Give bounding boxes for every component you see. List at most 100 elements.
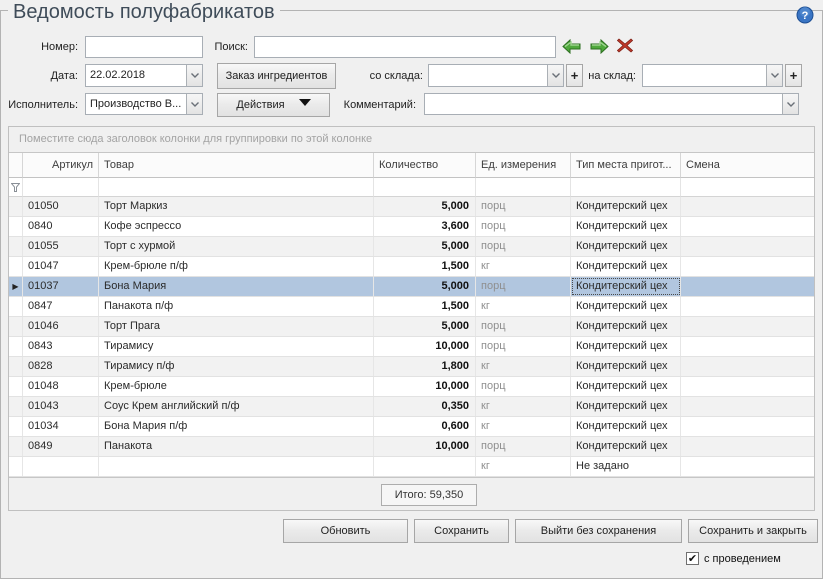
column-header-shift[interactable]: Смена bbox=[681, 153, 814, 178]
cell-prep-type[interactable]: Кондитерский цех bbox=[571, 257, 681, 276]
cell-unit[interactable]: порц bbox=[476, 197, 571, 216]
cell-shift[interactable] bbox=[681, 317, 814, 336]
cell-unit[interactable]: порц bbox=[476, 437, 571, 456]
column-header-quantity[interactable]: Количество bbox=[374, 153, 476, 178]
column-header-unit[interactable]: Ед. измерения bbox=[476, 153, 571, 178]
cell-articul[interactable] bbox=[23, 457, 99, 476]
cell-articul[interactable]: 01050 bbox=[23, 197, 99, 216]
cell-shift[interactable] bbox=[681, 337, 814, 356]
exit-without-saving-button[interactable]: Выйти без сохранения bbox=[515, 519, 682, 543]
table-row[interactable]: 01034Бона Мария п/ф0,600кгКондитерский ц… bbox=[9, 417, 814, 437]
cell-unit[interactable]: порц bbox=[476, 277, 571, 296]
filter-cell-product[interactable] bbox=[99, 178, 374, 197]
cell-quantity[interactable]: 1,500 bbox=[374, 297, 476, 316]
cell-unit[interactable]: порц bbox=[476, 377, 571, 396]
cell-articul[interactable]: 01037 bbox=[23, 277, 99, 296]
from-store-select[interactable] bbox=[428, 64, 564, 87]
cell-unit[interactable]: порц bbox=[476, 337, 571, 356]
cell-unit[interactable]: порц bbox=[476, 317, 571, 336]
table-row[interactable]: кгНе задано bbox=[9, 457, 814, 477]
help-icon[interactable]: ? bbox=[796, 6, 814, 24]
cell-articul[interactable]: 01043 bbox=[23, 397, 99, 416]
cell-product[interactable]: Панакота п/ф bbox=[99, 297, 374, 316]
cell-unit[interactable]: кг bbox=[476, 257, 571, 276]
cell-product[interactable]: Крем-брюле bbox=[99, 377, 374, 396]
cell-prep-type[interactable]: Кондитерский цех bbox=[571, 297, 681, 316]
cell-articul[interactable]: 0847 bbox=[23, 297, 99, 316]
column-header-prep-type[interactable]: Тип места пригот... bbox=[571, 153, 681, 178]
cell-quantity[interactable]: 5,000 bbox=[374, 277, 476, 296]
cell-shift[interactable] bbox=[681, 237, 814, 256]
cell-quantity[interactable] bbox=[374, 457, 476, 476]
cell-product[interactable]: Тирамису bbox=[99, 337, 374, 356]
comment-select[interactable] bbox=[424, 93, 799, 115]
date-picker[interactable]: 22.02.2018 bbox=[85, 64, 203, 87]
cell-prep-type[interactable]: Не задано bbox=[571, 457, 681, 476]
cell-shift[interactable] bbox=[681, 457, 814, 476]
cell-product[interactable]: Торт с хурмой bbox=[99, 237, 374, 256]
cell-shift[interactable] bbox=[681, 277, 814, 296]
cell-articul[interactable]: 0843 bbox=[23, 337, 99, 356]
cell-articul[interactable]: 01047 bbox=[23, 257, 99, 276]
filter-cell-quantity[interactable] bbox=[374, 178, 476, 197]
cell-unit[interactable]: порц bbox=[476, 237, 571, 256]
cell-unit[interactable]: кг bbox=[476, 297, 571, 316]
cell-articul[interactable]: 01055 bbox=[23, 237, 99, 256]
cell-unit[interactable]: кг bbox=[476, 357, 571, 376]
filter-cell-articul[interactable] bbox=[23, 178, 99, 197]
cell-shift[interactable] bbox=[681, 197, 814, 216]
table-row[interactable]: 01047Крем-брюле п/ф1,500кгКондитерский ц… bbox=[9, 257, 814, 277]
table-row[interactable]: 0843Тирамису10,000порцКондитерский цех bbox=[9, 337, 814, 357]
cell-prep-type[interactable]: Кондитерский цех bbox=[571, 397, 681, 416]
table-row[interactable]: 0840Кофе эспрессо3,600порцКондитерский ц… bbox=[9, 217, 814, 237]
table-row[interactable]: 0849Панакота10,000порцКондитерский цех bbox=[9, 437, 814, 457]
cell-unit[interactable]: кг bbox=[476, 417, 571, 436]
save-and-close-button[interactable]: Сохранить и закрыть bbox=[688, 519, 818, 543]
cell-quantity[interactable]: 1,500 bbox=[374, 257, 476, 276]
cell-articul[interactable]: 0840 bbox=[23, 217, 99, 236]
column-header-product[interactable]: Товар bbox=[99, 153, 374, 178]
cell-shift[interactable] bbox=[681, 437, 814, 456]
cell-prep-type[interactable]: Кондитерский цех bbox=[571, 317, 681, 336]
group-by-panel[interactable]: Поместите сюда заголовок колонки для гру… bbox=[9, 127, 814, 153]
cell-product[interactable]: Бона Мария п/ф bbox=[99, 417, 374, 436]
chevron-down-icon[interactable] bbox=[766, 65, 782, 86]
chevron-down-icon[interactable] bbox=[186, 94, 202, 114]
cell-prep-type[interactable]: Кондитерский цех bbox=[571, 337, 681, 356]
refresh-button[interactable]: Обновить bbox=[283, 519, 408, 543]
table-row[interactable]: 01050Торт Маркиз5,000порцКондитерский це… bbox=[9, 197, 814, 217]
cell-product[interactable]: Соус Крем английский п/ф bbox=[99, 397, 374, 416]
cell-prep-type[interactable]: Кондитерский цех bbox=[571, 437, 681, 456]
cell-product[interactable]: Кофе эспрессо bbox=[99, 217, 374, 236]
search-clear-icon[interactable] bbox=[617, 38, 633, 56]
with-posting-checkbox[interactable]: ✔ bbox=[686, 552, 699, 565]
filter-cell-prep-type[interactable] bbox=[571, 178, 681, 197]
cell-quantity[interactable]: 3,600 bbox=[374, 217, 476, 236]
cell-quantity[interactable]: 10,000 bbox=[374, 377, 476, 396]
search-prev-icon[interactable] bbox=[562, 39, 581, 57]
table-row[interactable]: 01043Соус Крем английский п/ф0,350кгКонд… bbox=[9, 397, 814, 417]
number-input[interactable] bbox=[85, 36, 203, 58]
chevron-down-icon[interactable] bbox=[186, 65, 202, 86]
table-row[interactable]: 01055Торт с хурмой5,000порцКондитерский … bbox=[9, 237, 814, 257]
cell-quantity[interactable]: 0,600 bbox=[374, 417, 476, 436]
column-header-articul[interactable]: Артикул bbox=[23, 153, 99, 178]
cell-product[interactable]: Крем-брюле п/ф bbox=[99, 257, 374, 276]
cell-quantity[interactable]: 10,000 bbox=[374, 437, 476, 456]
cell-shift[interactable] bbox=[681, 397, 814, 416]
chevron-down-icon[interactable] bbox=[782, 94, 798, 114]
cell-shift[interactable] bbox=[681, 357, 814, 376]
cell-product[interactable]: Торт Маркиз bbox=[99, 197, 374, 216]
table-row[interactable]: 0828Тирамису п/ф1,800кгКондитерский цех bbox=[9, 357, 814, 377]
search-next-icon[interactable] bbox=[590, 39, 609, 57]
search-input[interactable] bbox=[254, 36, 556, 58]
table-row[interactable]: 01046Торт Прага5,000порцКондитерский цех bbox=[9, 317, 814, 337]
cell-quantity[interactable]: 1,800 bbox=[374, 357, 476, 376]
cell-product[interactable]: Тирамису п/ф bbox=[99, 357, 374, 376]
cell-shift[interactable] bbox=[681, 377, 814, 396]
cell-shift[interactable] bbox=[681, 417, 814, 436]
cell-product[interactable]: Торт Прага bbox=[99, 317, 374, 336]
save-button[interactable]: Сохранить bbox=[414, 519, 509, 543]
cell-quantity[interactable]: 5,000 bbox=[374, 317, 476, 336]
cell-shift[interactable] bbox=[681, 297, 814, 316]
